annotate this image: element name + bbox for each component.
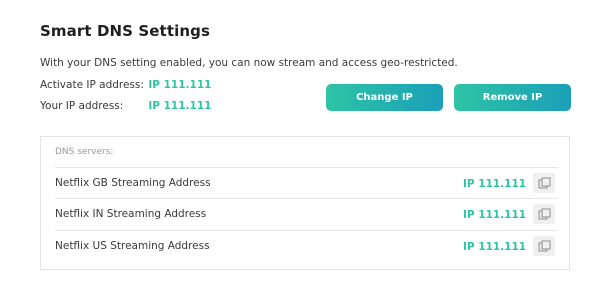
dns-server-row: Netflix US Streaming Address IP 111.111 bbox=[55, 230, 558, 261]
change-ip-button[interactable]: Change IP bbox=[326, 84, 443, 111]
dns-server-row: Netflix GB Streaming Address IP 111.111 bbox=[55, 167, 558, 198]
dns-server-name: Netflix IN Streaming Address bbox=[55, 208, 207, 220]
copy-icon[interactable] bbox=[533, 173, 555, 193]
activate-ip-row: Activate IP address: IP 111.111 bbox=[40, 79, 211, 91]
your-ip-value: IP 111.111 bbox=[148, 100, 212, 112]
dns-server-name: Netflix GB Streaming Address bbox=[55, 177, 211, 189]
page-title: Smart DNS Settings bbox=[40, 22, 210, 40]
dns-servers-panel: DNS servers: Netflix GB Streaming Addres… bbox=[40, 136, 570, 270]
copy-icon[interactable] bbox=[533, 204, 555, 224]
dns-server-ip: IP 111.111 bbox=[463, 209, 527, 221]
dns-servers-heading: DNS servers: bbox=[55, 147, 114, 157]
activate-ip-label: Activate IP address: bbox=[40, 79, 144, 91]
dns-server-ip: IP 111.111 bbox=[463, 241, 527, 253]
smart-dns-page: Smart DNS Settings With your DNS setting… bbox=[0, 0, 600, 288]
dns-server-row: Netflix IN Streaming Address IP 111.111 bbox=[55, 198, 558, 229]
your-ip-label: Your IP address: bbox=[40, 100, 124, 112]
dns-server-ip: IP 111.111 bbox=[463, 178, 527, 190]
activate-ip-value: IP 111.111 bbox=[148, 79, 212, 91]
your-ip-row: Your IP address: IP 111.111 bbox=[40, 100, 211, 112]
remove-ip-button[interactable]: Remove IP bbox=[454, 84, 571, 111]
dns-server-name: Netflix US Streaming Address bbox=[55, 240, 210, 252]
copy-icon[interactable] bbox=[533, 236, 555, 256]
intro-text: With your DNS setting enabled, you can n… bbox=[40, 57, 458, 69]
